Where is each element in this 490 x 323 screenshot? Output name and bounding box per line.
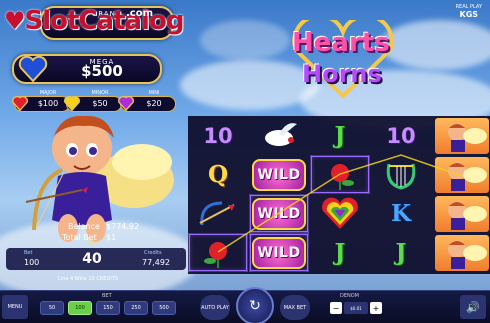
blue-heart-icon [18,55,48,83]
logo-title-line2: Horns [302,60,382,88]
minor-jackpot-title: MINOR [91,90,109,96]
bet-label: BET [102,293,112,299]
auto-play-button[interactable]: AUTO PLAY [200,295,230,320]
denom-increase-button[interactable]: + [370,302,382,314]
max-bet-button[interactable]: MAX BET [280,295,310,320]
reels-grid: 10 Q WILD WILD WILD J J 10 K J [188,116,490,274]
control-bar: MENU BET 50 100 150 250 500 AUTO PLAY ↻ … [0,287,490,323]
bet-info-value: 100 [24,258,40,267]
mini-jackpot-title: MINI [148,90,160,96]
watermark-suffix: .com [126,8,154,19]
game-logo: Hearts Horns [278,20,408,100]
cupid-character [25,115,174,242]
brand-badge: REAL PLAY KGS [456,4,482,19]
logo-title-line1: Hearts [292,28,390,58]
bet-option-50[interactable]: 50 [40,301,64,315]
major-jackpot-title: MAJOR [39,90,57,96]
credits-label: Credits [144,250,162,256]
heart-icon: ♥ [4,7,25,35]
win-label: WIN [88,242,99,248]
total-bet-label: Total Bet [62,233,97,242]
bet-option-250[interactable]: 250 [124,301,148,315]
win-line-message: Line 4 Wins 10 CREDITS [58,276,118,282]
brand-name: KGS [459,10,479,19]
watermark-logo: ♥SlotCatalog [4,6,184,36]
denom-label: DENOM [340,293,359,299]
bet-option-100[interactable]: 100 [68,301,92,315]
spin-arrow-icon: ↻ [249,298,261,314]
denom-value: $0.01 [344,302,368,314]
balance-label: Balance [68,222,100,231]
spin-button[interactable]: ↻ [236,287,274,323]
bet-option-500[interactable]: 500 [152,301,176,315]
mini-jackpot-value: $20 [146,99,162,108]
mega-jackpot: MEGA $500 [12,54,162,84]
balance-value: $774.92 [106,222,140,231]
minor-jackpot-value: $50 [92,99,108,108]
bet-info-label: Bet [24,250,33,256]
win-value: 40 [82,251,102,267]
win-line-indicator [217,154,463,253]
major-jackpot-value: $100 [37,99,59,108]
menu-button[interactable]: MENU [2,295,28,319]
credits-value: 77,492 [142,258,170,267]
denom-decrease-button[interactable]: − [330,302,342,314]
sound-button[interactable]: 🔊 [460,295,486,319]
total-bet-value: $1 [106,233,117,242]
info-bar: Bet 100 WIN 40 Credits 77,492 [6,242,186,270]
mega-jackpot-value: $500 [81,62,123,80]
bet-option-150[interactable]: 150 [96,301,120,315]
speaker-icon: 🔊 [466,300,480,314]
